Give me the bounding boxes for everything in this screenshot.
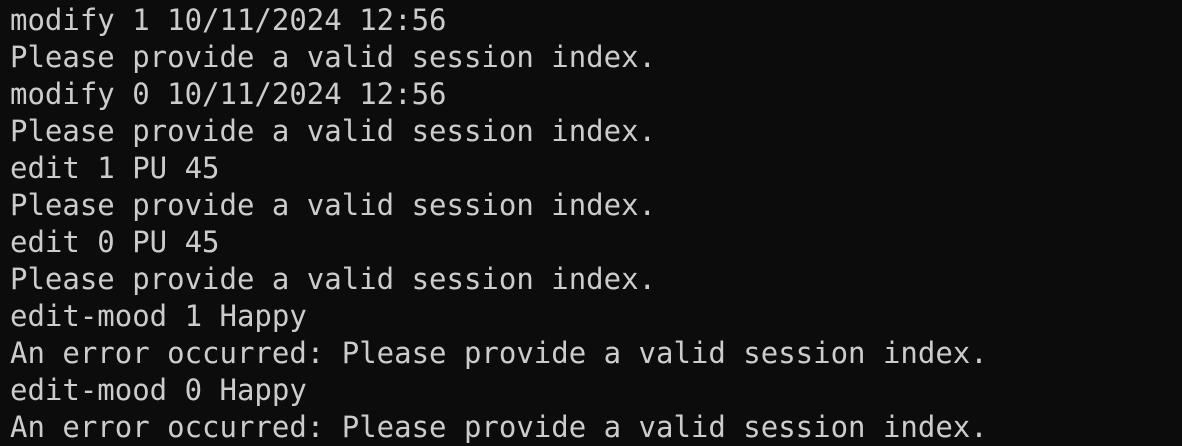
- command-line: edit 0 PU 45: [10, 225, 220, 259]
- command-line: edit 1 PU 45: [10, 151, 220, 185]
- command-line: modify 0 10/11/2024 12:56: [10, 77, 447, 111]
- terminal-output[interactable]: modify 1 10/11/2024 12:56 Please provide…: [0, 0, 1182, 445]
- output-line: Please provide a valid session index.: [10, 262, 657, 296]
- command-line: modify 1 10/11/2024 12:56: [10, 3, 447, 37]
- error-line: An error occurred: Please provide a vali…: [10, 336, 988, 370]
- output-line: Please provide a valid session index.: [10, 40, 657, 74]
- command-line: edit-mood 1 Happy: [10, 299, 307, 333]
- output-line: Please provide a valid session index.: [10, 114, 657, 148]
- error-line: An error occurred: Please provide a vali…: [10, 410, 988, 444]
- output-line: Please provide a valid session index.: [10, 188, 657, 222]
- command-line: edit-mood 0 Happy: [10, 373, 307, 407]
